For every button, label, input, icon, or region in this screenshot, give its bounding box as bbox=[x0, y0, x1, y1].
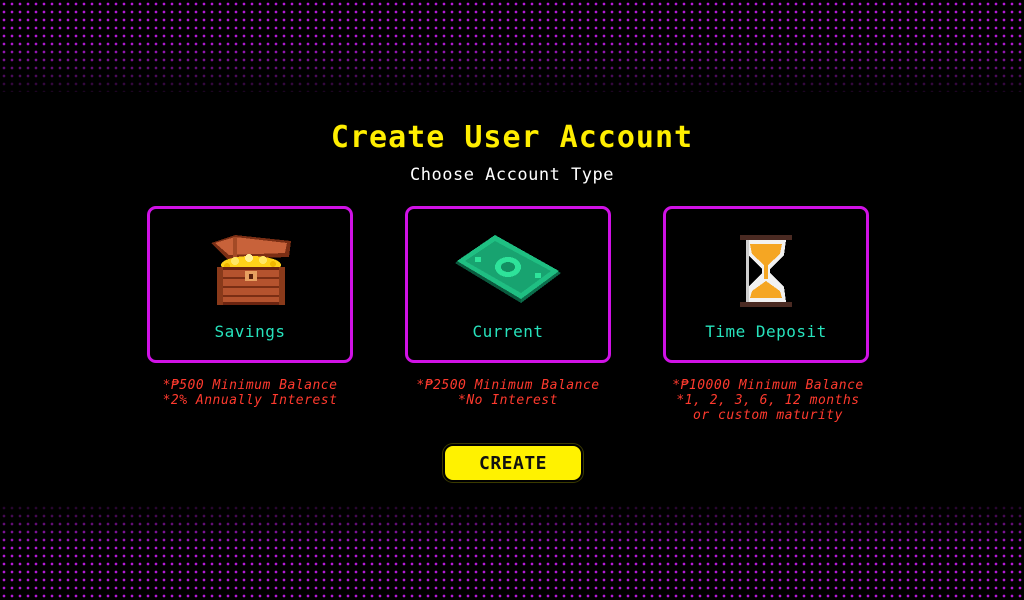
account-card-label: Time Deposit bbox=[705, 322, 827, 341]
note-line: *₱2500 Minimum Balance bbox=[416, 378, 600, 393]
hourglass-icon bbox=[738, 235, 794, 311]
note-line: or custom maturity bbox=[693, 408, 843, 423]
create-account-screen: Create User Account Choose Account Type bbox=[0, 0, 1024, 600]
note-line: *No Interest bbox=[458, 393, 558, 408]
note-line: *2% Annually Interest bbox=[162, 393, 338, 408]
account-card-label: Current bbox=[472, 322, 544, 341]
note-line: *₱10000 Minimum Balance bbox=[672, 378, 864, 393]
current-notes: *₱2500 Minimum Balance *No Interest bbox=[378, 378, 638, 408]
account-card-savings[interactable]: Savings bbox=[147, 206, 353, 363]
time-deposit-notes: *₱10000 Minimum Balance *1, 2, 3, 6, 12 … bbox=[638, 378, 898, 423]
account-card-label: Savings bbox=[214, 322, 286, 341]
page-subtitle: Choose Account Type bbox=[410, 165, 614, 185]
account-card-time-deposit[interactable]: Time Deposit bbox=[663, 206, 869, 363]
account-card-current[interactable]: Current bbox=[405, 206, 611, 363]
note-line: *1, 2, 3, 6, 12 months bbox=[676, 393, 860, 408]
savings-notes: *₱500 Minimum Balance *2% Annually Inter… bbox=[120, 378, 380, 408]
dot-pattern-top bbox=[0, 0, 1024, 92]
page-title: Create User Account bbox=[330, 120, 694, 155]
note-line: *₱500 Minimum Balance bbox=[162, 378, 338, 393]
treasure-chest-icon bbox=[205, 233, 295, 311]
dot-pattern-bottom bbox=[0, 504, 1024, 600]
cash-bill-icon bbox=[451, 233, 565, 311]
create-button[interactable]: CREATE bbox=[443, 444, 583, 482]
